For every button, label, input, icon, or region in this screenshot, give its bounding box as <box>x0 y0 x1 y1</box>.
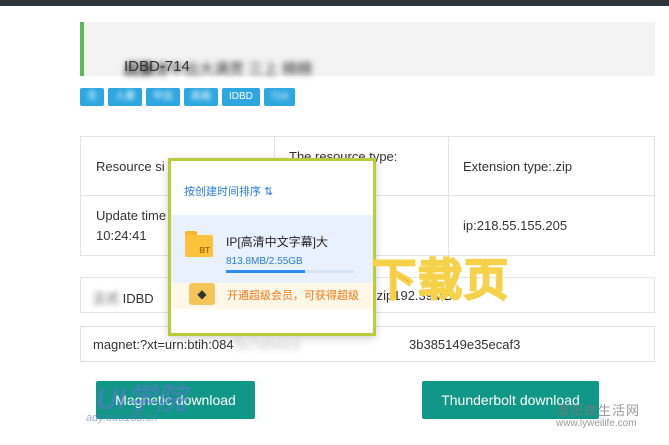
magnet-link-text[interactable]: magnet:?xt=urn:btih:084f3c7a5e0c2 3b38514… <box>93 337 520 352</box>
popup-file-name: IP[高清中文字幕]大 <box>226 235 329 249</box>
download-popup: 按创建时间排序 ⇅ BT IP[高清中文字幕]大 813.8MB/2.55GB … <box>168 158 376 336</box>
update-time-label: Update time <box>96 208 167 223</box>
tag-list: 无 人妻 中出 高画 IDBD 714 <box>80 88 295 106</box>
download-progress-fill <box>226 270 306 273</box>
watermark-right-url: www.lyweilife.com <box>556 418 637 429</box>
tag-item[interactable]: 人妻 <box>108 88 142 106</box>
tag-item[interactable]: 714 <box>263 88 295 106</box>
tag-item[interactable]: 中出 <box>146 88 180 106</box>
resource-size-label: Resource si <box>96 159 165 174</box>
popup-file-item[interactable]: BT IP[高清中文字幕]大 813.8MB/2.55GB <box>171 215 373 283</box>
table-divider <box>448 136 449 256</box>
download-page-overlay-text: 下载页 <box>371 254 510 307</box>
vip-promo[interactable]: ◆ 开通超级会员，可获得超级 <box>171 283 373 309</box>
tag-item[interactable]: IDBD <box>222 88 260 106</box>
extension-type-label: Extension type:.zip <box>463 159 573 174</box>
tag-item[interactable]: 高画 <box>184 88 218 106</box>
popup-file-size: 813.8MB/2.55GB <box>226 256 303 267</box>
tag-item[interactable]: 无 <box>80 88 104 106</box>
bt-folder-icon: BT <box>185 231 213 257</box>
download-progress-bar <box>226 270 354 273</box>
ip-address: ip:218.55.155.205 <box>463 218 568 233</box>
file-name-text: 正式 IDBD .zip192.39MB <box>93 288 453 306</box>
page-title-box: 人妻 IDBD-714 超快速中出大满贯 三上 精精 <box>80 22 655 78</box>
watermark-right: 溧阳微生活网 <box>556 403 641 418</box>
sort-by-create-time[interactable]: 按创建时间排序 ⇅ <box>184 183 273 199</box>
watermark-left-url: ady.uuu188.cn <box>86 412 158 424</box>
top-bar <box>0 0 669 6</box>
vip-promo-text: 开通超级会员，可获得超级 <box>227 290 359 302</box>
update-time-value: 10:24:41 <box>96 228 147 243</box>
diamond-icon: ◆ <box>189 283 215 305</box>
